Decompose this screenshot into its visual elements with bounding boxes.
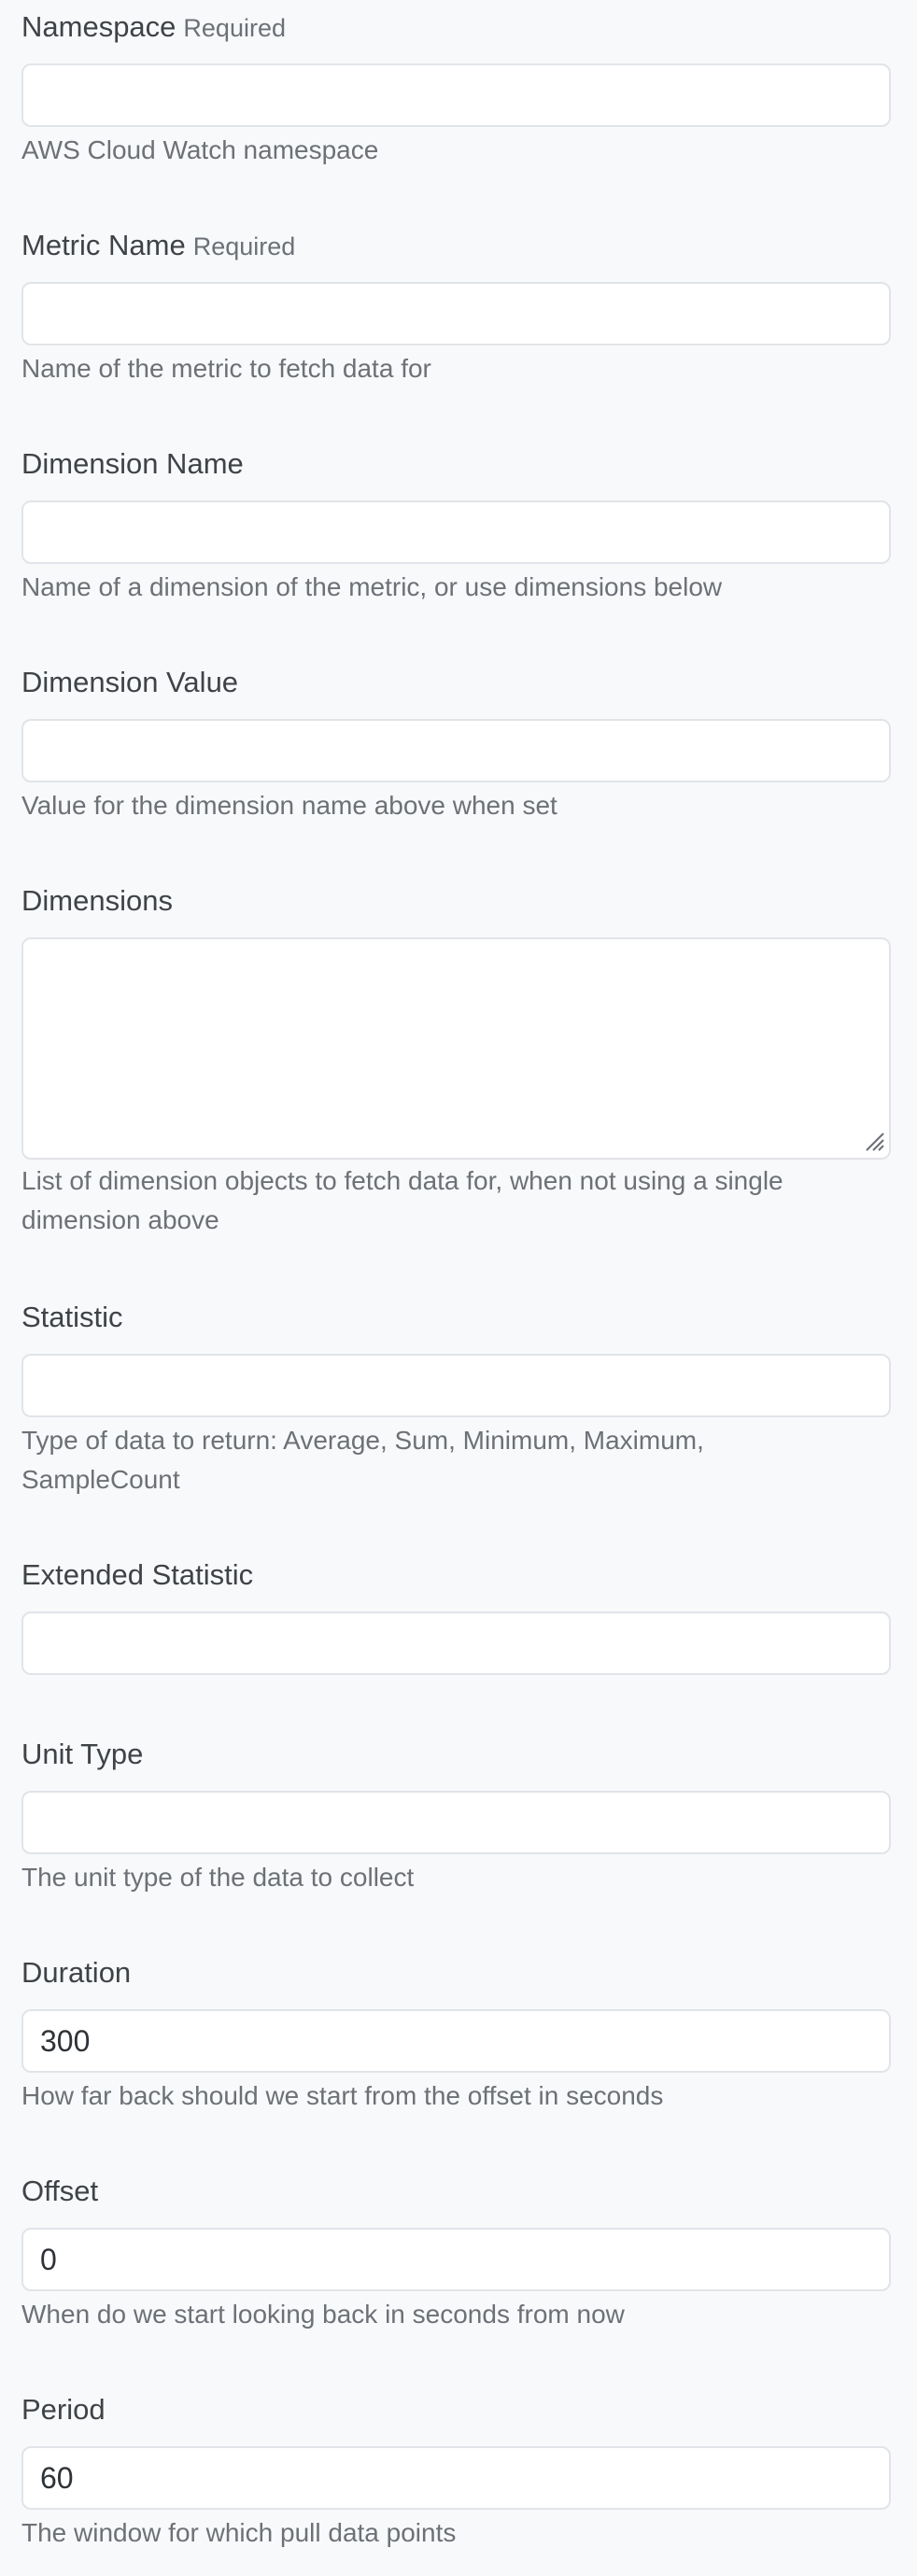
duration-input[interactable] bbox=[21, 2009, 891, 2073]
dimension-name-help-text: Name of a dimension of the metric, or us… bbox=[21, 572, 723, 601]
resize-grip-icon[interactable] bbox=[865, 1132, 885, 1152]
statistic-input[interactable] bbox=[21, 1354, 891, 1417]
dimension-name-label: Dimension Name bbox=[21, 447, 244, 480]
offset-help-text: When do we start looking back in seconds… bbox=[21, 2300, 625, 2329]
dimensions-label: Dimensions bbox=[21, 884, 173, 917]
dimension-value-help-text: Value for the dimension name above when … bbox=[21, 791, 557, 820]
unit-type-label: Unit Type bbox=[21, 1738, 144, 1770]
metric-name-label: Metric Name Required bbox=[21, 228, 295, 264]
metric-name-label-text: Metric Name bbox=[21, 229, 186, 261]
offset-input[interactable] bbox=[21, 2228, 891, 2291]
statistic-label: Statistic bbox=[21, 1301, 123, 1333]
period-input[interactable] bbox=[21, 2446, 891, 2510]
unit-type-help-text: The unit type of the data to collect bbox=[21, 1863, 415, 1892]
metric-name-input[interactable] bbox=[21, 282, 891, 345]
namespace-input[interactable] bbox=[21, 63, 891, 127]
dimensions-textarea[interactable] bbox=[21, 937, 891, 1160]
offset-label: Offset bbox=[21, 2175, 99, 2207]
namespace-label-text: Namespace bbox=[21, 10, 176, 43]
duration-label: Duration bbox=[21, 1956, 132, 1989]
dimension-value-input[interactable] bbox=[21, 719, 891, 782]
unit-type-input[interactable] bbox=[21, 1791, 891, 1854]
dimension-name-input[interactable] bbox=[21, 500, 891, 564]
duration-help-text: How far back should we start from the of… bbox=[21, 2081, 664, 2110]
dimension-value-label: Dimension Value bbox=[21, 666, 239, 698]
namespace-help-text: AWS Cloud Watch namespace bbox=[21, 135, 379, 164]
extended-statistic-input[interactable] bbox=[21, 1612, 891, 1675]
namespace-label: Namespace Required bbox=[21, 9, 286, 46]
extended-statistic-label: Extended Statistic bbox=[21, 1558, 254, 1591]
statistic-help-text: Type of data to return: Average, Sum, Mi… bbox=[21, 1426, 704, 1494]
dimensions-help-text: List of dimension objects to fetch data … bbox=[21, 1166, 783, 1234]
metric-name-required-indicator: Required bbox=[192, 232, 296, 260]
metric-name-help-text: Name of the metric to fetch data for bbox=[21, 354, 431, 383]
period-label: Period bbox=[21, 2393, 106, 2426]
namespace-required-indicator: Required bbox=[183, 14, 286, 42]
period-help-text: The window for which pull data points bbox=[21, 2518, 457, 2547]
